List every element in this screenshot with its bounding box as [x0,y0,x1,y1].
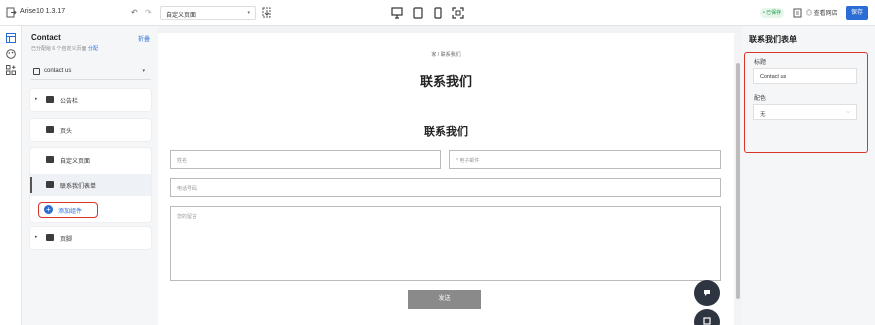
page-select-value: 自定义页面 [166,13,197,19]
pages-icon[interactable] [793,8,802,18]
header-section-icon [46,126,54,133]
settings-panel: 联系我们表单 标题 Contact us 配色 无 ⌵ [742,26,875,325]
canvas-scrollbar[interactable] [734,33,742,325]
chevron-right-icon[interactable]: ▸ [35,96,38,102]
section-item-footer[interactable]: ▸ 页脚 [30,227,151,249]
undo-icon[interactable]: ↶ [131,8,138,17]
name-placeholder: 姓名 [177,158,188,164]
send-button[interactable]: 发送 [408,290,481,309]
preview-store-link[interactable]: ◎ 查看网店 [806,8,838,17]
template-select-value: contact us [44,68,72,74]
external-link-icon[interactable] [262,7,272,18]
contact-form-icon [46,181,54,188]
chat-fab[interactable] [694,280,720,306]
name-field[interactable]: 姓名 [170,150,441,169]
section-group-header: ▸ 公告栏 [30,89,151,111]
custom-page-icon [46,156,54,163]
announcement-icon [46,96,54,103]
email-placeholder: * 电子邮件 [456,158,480,164]
page-select[interactable]: 自定义页面 ▾ [160,6,256,20]
status-badge: • 已保存 [760,8,785,18]
phone-placeholder: 电话号码 [177,186,198,192]
left-rail [0,26,22,325]
assign-link[interactable]: 分配 [88,46,98,52]
scrollbar-thumb[interactable] [736,63,740,299]
template-icon [33,68,40,75]
message-field[interactable]: 您的留言 [170,206,721,281]
color-label: 配色 [754,96,767,102]
chevron-down-icon: ▾ [247,10,250,16]
app-title: Arise10 1.3.17 [20,8,66,15]
heading-label: 标题 [754,60,767,66]
chevron-down-icon: ▾ [142,68,145,74]
section-group-top: 页头 [30,119,151,141]
support-icon [703,317,711,325]
section-label: 公告栏 [60,99,79,105]
message-placeholder: 您的留言 [177,214,198,220]
chat-icon [704,290,710,296]
heading-input[interactable]: Contact us [753,68,857,84]
section-label: 页头 [60,129,73,135]
assignment-note: 已分配给 6 个自定义页面 分配 [31,45,98,52]
assignment-note-text: 已分配给 6 个自定义页面 [31,46,87,52]
section-item-header[interactable]: 页头 [30,119,151,141]
add-section-button[interactable]: + 添加组件 [38,202,98,218]
plus-icon: + [44,205,53,214]
section-item-contact-form[interactable]: 联系我们表单 [30,174,151,196]
color-select-value: 无 [760,112,766,118]
sections-icon[interactable] [6,33,16,43]
section-label: 页脚 [60,237,73,243]
settings-title: 联系我们表单 [749,35,797,44]
sections-panel: Contact 折叠 已分配给 6 个自定义页面 分配 contact us ▾… [22,26,158,325]
page-heading: 联系我们 [419,74,472,89]
email-field[interactable]: * 电子邮件 [449,150,721,169]
section-label: 联系我们表单 [60,184,97,190]
redo-icon[interactable]: ↷ [145,8,152,17]
template-select[interactable]: contact us ▾ [31,64,151,80]
preview-canvas: 家 / 联系我们 联系我们 联系我们 姓名 * 电子邮件 电话号码 您的留言 发… [158,33,734,325]
theme-palette-icon[interactable] [6,49,16,59]
phone-field[interactable]: 电话号码 [170,178,721,197]
mobile-view-icon[interactable] [431,6,445,20]
add-section-label: 添加组件 [58,209,83,215]
breadcrumb: 家 / 联系我们 [431,52,461,58]
color-select[interactable]: 无 ⌵ [753,104,857,120]
top-bar: Arise10 1.3.17 ↶ ↷ 自定义页面 ▾ • 已保存 ◎ 查看网店 … [0,0,875,26]
footer-section-icon [46,234,54,241]
apps-icon[interactable] [6,65,16,75]
fullscreen-icon[interactable] [451,6,465,20]
form-heading: 联系我们 [424,126,468,138]
desktop-view-icon[interactable] [390,6,404,20]
exit-icon[interactable] [6,7,17,18]
section-item-custom-page[interactable]: 自定义页面 [30,149,151,171]
chevron-right-icon[interactable]: ▸ [35,234,38,240]
heading-input-value: Contact us [760,74,787,80]
tablet-view-icon[interactable] [411,6,425,20]
save-button[interactable]: 保存 [846,6,868,20]
panel-title: Contact [31,33,61,42]
collapse-link[interactable]: 折叠 [138,34,150,43]
section-label: 自定义页面 [60,159,91,165]
section-group-footer: ▸ 页脚 [30,227,151,249]
chevron-down-icon: ⌵ [846,109,850,115]
section-item-announcement[interactable]: ▸ 公告栏 [30,89,151,111]
support-fab[interactable] [694,309,720,325]
